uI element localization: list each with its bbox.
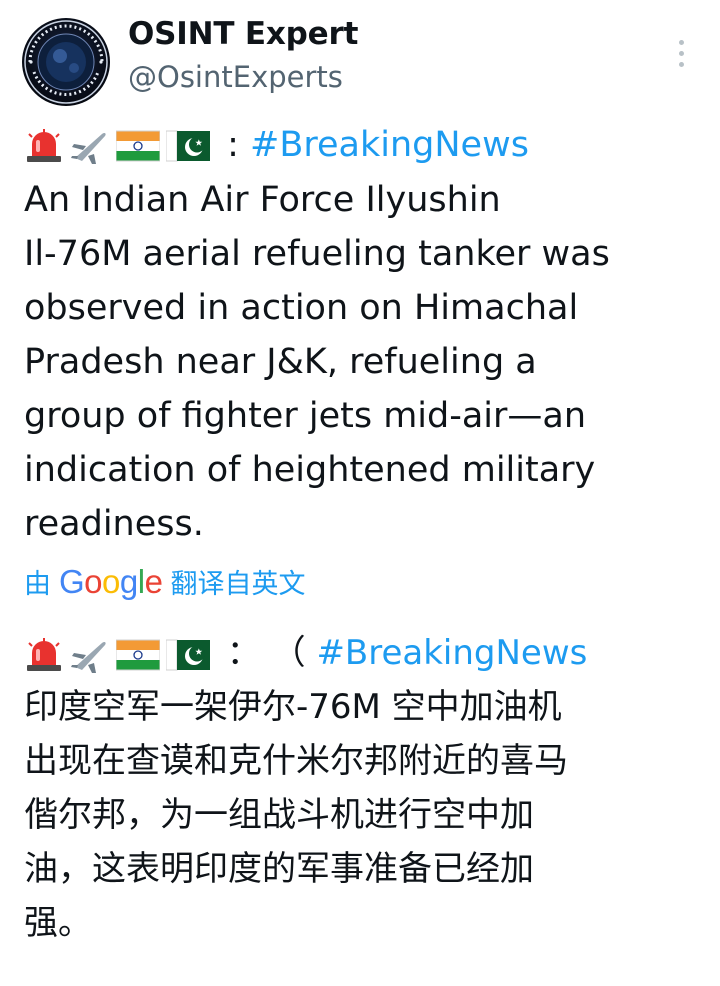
emoji-group [24, 628, 216, 682]
author-display-name[interactable]: OSINT Expert [128, 16, 358, 52]
more-options-icon[interactable] [664, 34, 698, 74]
tweet-line: An Indian Air Force Ilyushin [24, 180, 501, 220]
hashtag-link-translated[interactable]: #BreakingNews [316, 633, 587, 673]
translation-attribution[interactable]: 由 Google 翻译自英文 [24, 562, 305, 601]
tweet-prefix-translated: ： （ [216, 633, 317, 673]
tweet-line-translated: 强。 [24, 903, 92, 943]
tweet-line: readiness. [24, 504, 204, 544]
avatar[interactable] [22, 18, 110, 106]
tweet-line: Pradesh near J&K, refueling a [24, 342, 537, 382]
tweet-text-original: : #BreakingNews An Indian Air Force Ilyu… [24, 118, 704, 551]
india-flag-icon [116, 639, 160, 670]
tweet-line-translated: 偕尔邦，为一组战斗机进行空中加 [24, 795, 534, 835]
tweet-line-translated: 出现在查谟和克什米尔邦附近的喜马 [24, 741, 568, 781]
translation-suffix: 翻译自英文 [170, 569, 306, 600]
india-flag-icon [116, 130, 160, 162]
tweet-line: indication of heightened military [24, 450, 596, 490]
police-light-icon [27, 637, 61, 671]
tweet-line: group of fighter jets mid-air—an [24, 396, 587, 436]
pakistan-flag-icon [166, 130, 210, 162]
airplane-icon [71, 641, 106, 673]
tweet-header: OSINT Expert @OsintExperts [0, 0, 720, 110]
osint-logo-icon [24, 20, 108, 104]
tweet-line-translated: 印度空军一架伊尔-76M 空中加油机 [24, 687, 562, 727]
tweet-line-translated: 油，这表明印度的军事准备已经加 [24, 849, 534, 889]
tweet-prefix: : [216, 125, 251, 165]
tweet-first-line-translated: ： （ #BreakingNews [24, 626, 704, 680]
emoji-group [24, 119, 216, 173]
tweet-first-line: : #BreakingNews [24, 118, 704, 173]
tweet-line: Il-76M aerial refueling tanker was [24, 234, 610, 274]
pakistan-flag-icon [166, 639, 210, 670]
airplane-icon [71, 132, 106, 164]
author-handle[interactable]: @OsintExperts [128, 60, 343, 94]
hashtag-link[interactable]: #BreakingNews [250, 125, 529, 165]
translation-prefix: 由 [24, 569, 51, 600]
google-logo: Google [59, 562, 163, 600]
police-light-icon [27, 129, 61, 162]
tweet-line: observed in action on Himachal [24, 288, 579, 328]
tweet-text-translated: ： （ #BreakingNews 印度空军一架伊尔-76M 空中加油机 出现在… [24, 626, 704, 950]
